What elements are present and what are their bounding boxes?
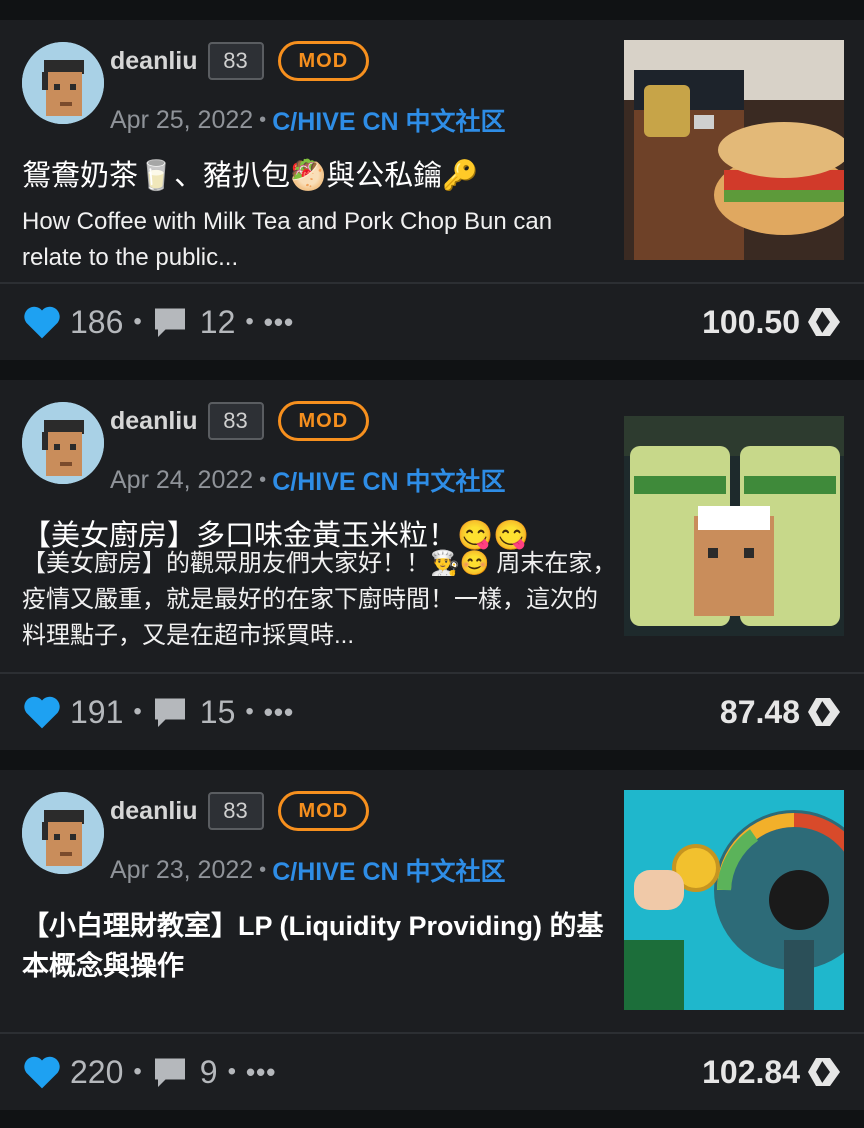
reputation-badge: 83 — [207, 792, 264, 830]
post-card[interactable]: deanliu 83 MOD Apr 25, 2022 • C/HIVE CN … — [0, 20, 864, 360]
author-avatar[interactable] — [22, 402, 104, 484]
comment-icon — [154, 308, 185, 337]
stats-separator: • — [133, 1058, 142, 1085]
payout-value[interactable]: 102.84 — [702, 1054, 800, 1091]
comment-count: 9 — [199, 1053, 218, 1090]
like-button[interactable] — [22, 1054, 62, 1090]
comment-button[interactable] — [152, 1054, 188, 1090]
post-thumbnail[interactable] — [624, 40, 844, 260]
pixel-avatar-icon — [22, 402, 104, 484]
post-date: Apr 24, 2022 — [110, 465, 254, 494]
corn-photo-icon — [624, 416, 844, 636]
more-options-button[interactable]: ••• — [264, 697, 294, 728]
comment-count: 15 — [199, 693, 236, 730]
like-count: 186 — [70, 303, 124, 340]
comment-button[interactable] — [152, 694, 188, 730]
like-count: 191 — [70, 693, 124, 730]
post-title[interactable]: 【小白理財教室】LP (Liquidity Providing) 的基本概念與操… — [22, 906, 612, 986]
risk-meter-illustration-icon — [624, 790, 844, 1010]
hive-logo-icon — [808, 308, 840, 336]
like-count: 220 — [70, 1053, 124, 1090]
author-avatar[interactable] — [22, 792, 104, 874]
post-date: Apr 25, 2022 — [110, 105, 254, 134]
like-button[interactable] — [22, 694, 62, 730]
hive-logo-icon — [808, 1058, 840, 1086]
community-link[interactable]: C/HIVE CN 中文社区 — [272, 462, 505, 498]
stats-separator: • — [245, 698, 254, 725]
community-link[interactable]: C/HIVE CN 中文社区 — [272, 852, 505, 888]
post-thumbnail[interactable] — [624, 416, 844, 636]
author-name[interactable]: deanliu — [110, 797, 198, 826]
meta-separator: • — [259, 858, 267, 881]
post-date: Apr 23, 2022 — [110, 855, 254, 884]
hive-logo-icon — [808, 698, 840, 726]
comment-icon — [154, 698, 185, 727]
post-title[interactable]: 鴛鴦奶茶🥛、豬扒包🥙與公私鑰🔑 — [22, 156, 622, 196]
comment-button[interactable] — [152, 304, 188, 340]
mod-badge: MOD — [277, 791, 370, 831]
milk-tea-bun-photo-icon — [624, 40, 844, 260]
mod-badge: MOD — [277, 41, 370, 81]
reputation-badge: 83 — [207, 402, 264, 440]
heart-icon — [24, 696, 60, 729]
payout-value[interactable]: 87.48 — [720, 694, 800, 731]
post-card[interactable]: deanliu 83 MOD Apr 24, 2022 • C/HIVE CN … — [0, 380, 864, 750]
reputation-badge: 83 — [207, 42, 264, 80]
more-options-button[interactable]: ••• — [264, 307, 294, 338]
like-button[interactable] — [22, 304, 62, 340]
mod-badge: MOD — [277, 401, 370, 441]
meta-separator: • — [259, 108, 267, 131]
more-options-button[interactable]: ••• — [246, 1057, 276, 1088]
stats-separator: • — [227, 1058, 236, 1085]
community-link[interactable]: C/HIVE CN 中文社区 — [272, 102, 505, 138]
post-excerpt[interactable]: 【美女廚房】的觀眾朋友們大家好！！👨‍🍳😊 周末在家，疫情又嚴重，就是最好的在家… — [22, 546, 618, 654]
stats-separator: • — [133, 698, 142, 725]
heart-icon — [24, 1056, 60, 1089]
post-excerpt[interactable]: How Coffee with Milk Tea and Pork Chop B… — [22, 204, 618, 276]
payout-value[interactable]: 100.50 — [702, 304, 800, 341]
meta-separator: • — [259, 468, 267, 491]
post-thumbnail[interactable] — [624, 790, 844, 1010]
author-avatar[interactable] — [22, 42, 104, 124]
post-card[interactable]: deanliu 83 MOD Apr 23, 2022 • C/HIVE CN … — [0, 770, 864, 1110]
stats-separator: • — [245, 308, 254, 335]
author-name[interactable]: deanliu — [110, 47, 198, 76]
comment-count: 12 — [199, 303, 236, 340]
stats-separator: • — [133, 308, 142, 335]
heart-icon — [24, 306, 60, 339]
pixel-avatar-icon — [22, 792, 104, 874]
author-name[interactable]: deanliu — [110, 407, 198, 436]
post-feed: deanliu 83 MOD Apr 25, 2022 • C/HIVE CN … — [0, 0, 864, 1128]
comment-icon — [154, 1058, 185, 1087]
pixel-avatar-icon — [22, 42, 104, 124]
